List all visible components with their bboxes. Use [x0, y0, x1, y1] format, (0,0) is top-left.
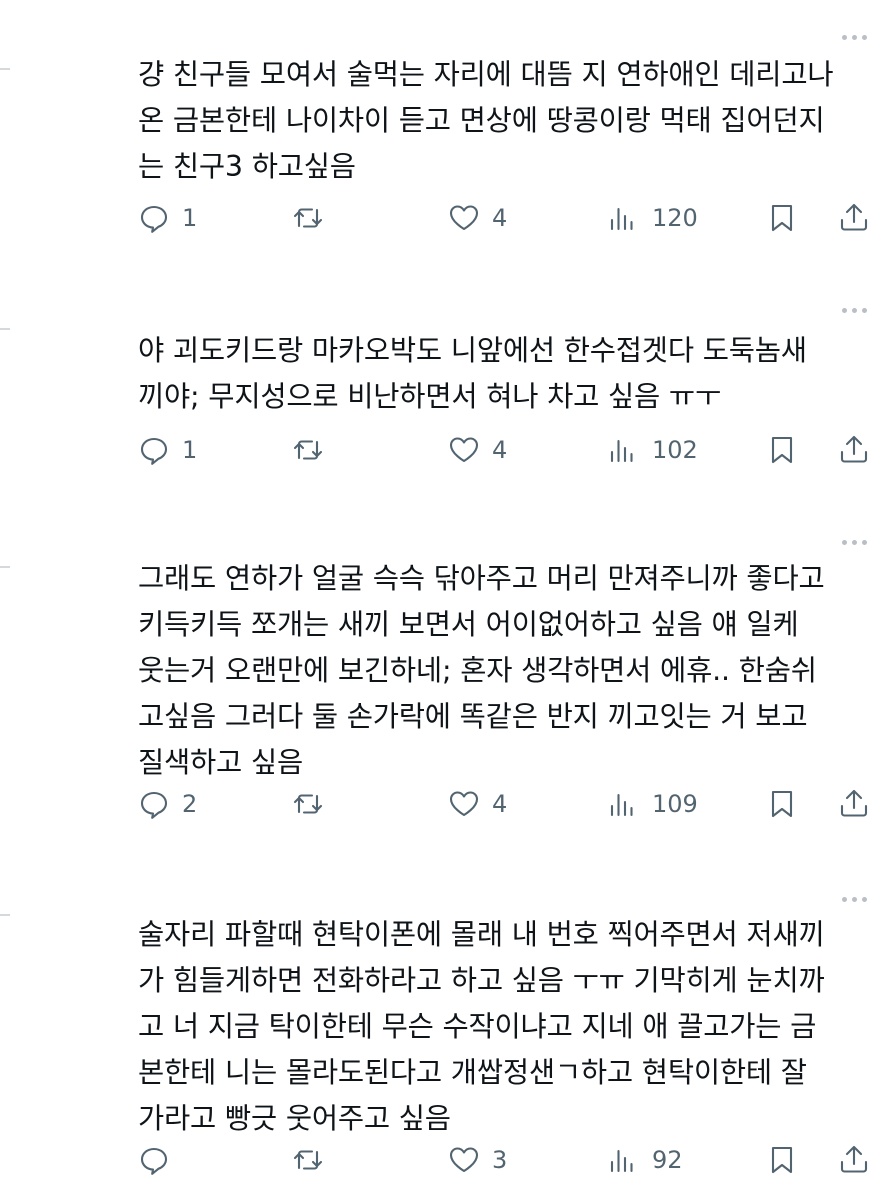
repost-button[interactable] — [290, 1138, 336, 1182]
repost-arrows-icon — [293, 794, 323, 814]
reply-count: 1 — [182, 436, 198, 464]
like-count: 3 — [492, 1146, 508, 1174]
repost-arrows-icon — [293, 440, 323, 460]
views-button[interactable]: 109 — [604, 782, 698, 826]
bookmark-icon — [771, 790, 793, 818]
like-button[interactable]: 4 — [446, 782, 507, 826]
bookmark-icon — [771, 436, 793, 464]
post-text: 야 괴도키드랑 마카오박도 니앞에선 한수접겟다 도둑놈새 끼야; 무지성으로 … — [138, 334, 807, 413]
reply-button[interactable]: 2 — [136, 782, 197, 826]
share-upload-icon — [840, 789, 868, 817]
share-button[interactable] — [836, 1138, 872, 1182]
bookmark-icon — [771, 1146, 793, 1174]
reply-bubble-icon — [140, 205, 168, 233]
repost-arrows-icon — [293, 1150, 323, 1170]
heart-icon — [449, 791, 479, 817]
share-button[interactable] — [836, 782, 872, 826]
views-bars-icon — [610, 793, 633, 817]
share-upload-icon — [840, 1145, 868, 1173]
views-button[interactable]: 92 — [604, 1138, 683, 1182]
post-actions: 1 4 120 — [0, 196, 895, 240]
view-count: 102 — [652, 436, 698, 464]
heart-icon — [449, 437, 479, 463]
like-count: 4 — [492, 436, 508, 464]
reply-button[interactable]: 1 — [136, 428, 197, 472]
reply-bubble-icon — [140, 791, 168, 819]
repost-arrows-icon — [293, 208, 323, 228]
bookmark-button[interactable] — [764, 782, 800, 826]
reply-button[interactable] — [136, 1138, 182, 1182]
post-actions: 1 4 102 — [0, 428, 895, 472]
reply-bubble-icon — [140, 437, 168, 465]
bookmark-button[interactable] — [764, 428, 800, 472]
thread-line — [0, 328, 10, 330]
share-button[interactable] — [836, 428, 872, 472]
like-count: 4 — [492, 790, 508, 818]
more-dots-icon[interactable] — [835, 894, 867, 904]
views-bars-icon — [610, 439, 633, 463]
heart-icon — [449, 205, 479, 231]
thread-line — [0, 68, 10, 70]
reply-count: 2 — [182, 790, 198, 818]
reply-bubble-icon — [140, 1147, 168, 1175]
view-count: 120 — [652, 204, 698, 232]
more-dots-icon[interactable] — [835, 32, 867, 42]
more-dots-icon[interactable] — [835, 537, 867, 547]
post-actions: 3 92 — [0, 1138, 895, 1182]
post-text: 걍 친구들 모여서 술먹는 자리에 대뜸 지 연하애인 데리고나 온 금본한테 … — [138, 58, 834, 183]
like-button[interactable]: 4 — [446, 428, 507, 472]
views-button[interactable]: 102 — [604, 428, 698, 472]
views-bars-icon — [610, 207, 633, 231]
thread-line — [0, 914, 10, 916]
like-count: 4 — [492, 204, 508, 232]
view-count: 109 — [652, 790, 698, 818]
post-text: 술자리 파할때 현탁이폰에 몰래 내 번호 찍어주면서 저새끼 가 힘들게하면 … — [138, 918, 825, 1135]
post-text: 그래도 연하가 얼굴 슥슥 닦아주고 머리 만져주니까 좋다고 키득키득 쪼개는… — [138, 562, 825, 779]
post-actions: 2 4 109 — [0, 782, 895, 826]
like-button[interactable]: 4 — [446, 196, 507, 240]
views-bars-icon — [610, 1149, 633, 1173]
share-upload-icon — [840, 435, 868, 463]
more-dots-icon[interactable] — [835, 305, 867, 315]
repost-button[interactable] — [290, 196, 336, 240]
reply-count: 1 — [182, 204, 198, 232]
heart-icon — [449, 1147, 479, 1173]
bookmark-icon — [771, 204, 793, 232]
repost-button[interactable] — [290, 782, 336, 826]
repost-button[interactable] — [290, 428, 336, 472]
bookmark-button[interactable] — [764, 196, 800, 240]
view-count: 92 — [652, 1146, 683, 1174]
thread-line — [0, 566, 10, 568]
like-button[interactable]: 3 — [446, 1138, 507, 1182]
share-button[interactable] — [836, 196, 872, 240]
bookmark-button[interactable] — [764, 1138, 800, 1182]
reply-button[interactable]: 1 — [136, 196, 197, 240]
views-button[interactable]: 120 — [604, 196, 698, 240]
share-upload-icon — [840, 203, 868, 231]
